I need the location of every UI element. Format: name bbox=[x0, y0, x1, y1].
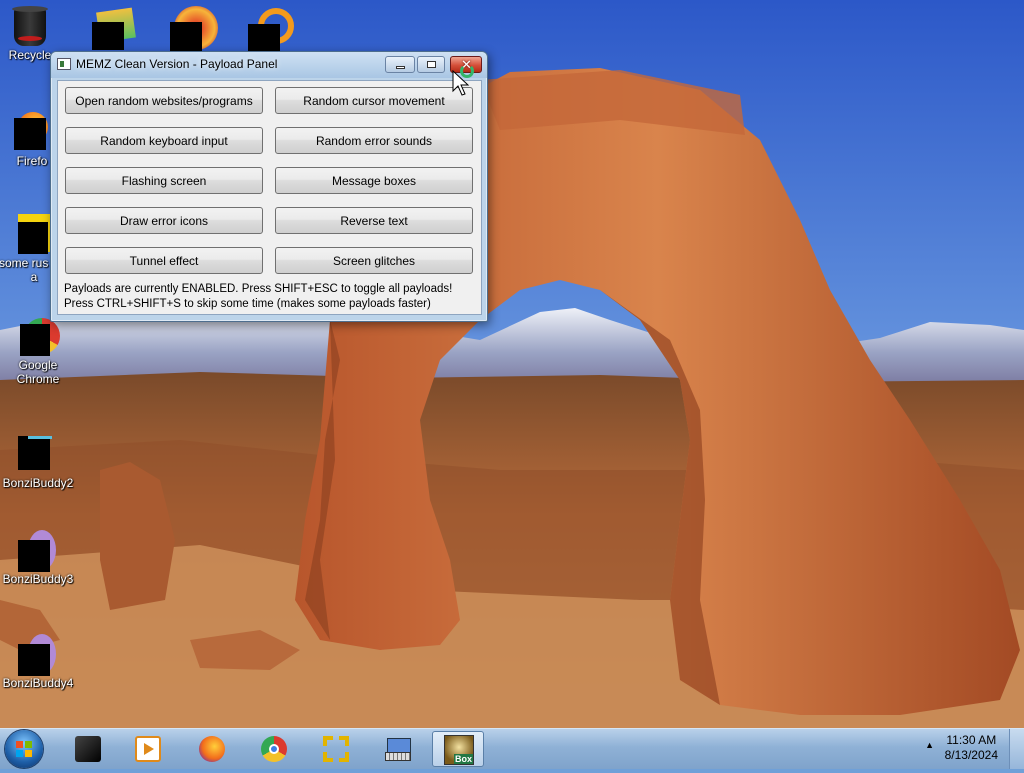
desktop-icon-bonzibuddy3[interactable]: BonziBuddy3 bbox=[0, 530, 76, 586]
system-clock[interactable]: 11:30 AM 8/13/2024 bbox=[945, 733, 998, 763]
black-app-icon bbox=[75, 736, 101, 762]
maximize-icon bbox=[427, 61, 436, 68]
taskbar-app-black[interactable] bbox=[62, 731, 114, 767]
bonzibuddy-icon bbox=[18, 634, 58, 676]
recycle-bin-icon bbox=[10, 6, 50, 46]
random-error-sounds-button[interactable]: Random error sounds bbox=[275, 127, 473, 154]
tunnel-effect-button[interactable]: Tunnel effect bbox=[65, 247, 263, 274]
firefox-icon bbox=[199, 736, 225, 762]
clock-date: 8/13/2024 bbox=[944, 748, 998, 762]
mouse-cursor-icon bbox=[452, 64, 474, 103]
random-keyboard-input-button[interactable]: Random keyboard input bbox=[65, 127, 263, 154]
reverse-text-button[interactable]: Reverse text bbox=[275, 207, 473, 234]
minimize-button[interactable] bbox=[385, 56, 415, 73]
taskbar-app-arrows[interactable] bbox=[310, 731, 362, 767]
taskbar-app-bonzibuddy[interactable]: Box bbox=[432, 731, 484, 767]
windows-logo-icon bbox=[16, 741, 32, 757]
show-desktop-button[interactable] bbox=[1009, 729, 1024, 769]
chrome-icon bbox=[18, 316, 60, 356]
random-cursor-movement-button[interactable]: Random cursor movement bbox=[275, 87, 473, 114]
minimize-icon bbox=[396, 66, 405, 69]
taskbar: Box ▲ 11:30 AM 8/13/2024 bbox=[0, 728, 1024, 769]
skip-time-hint-text: Press CTRL+SHIFT+S to skip some time (ma… bbox=[64, 298, 431, 310]
window-titlebar[interactable]: MEMZ Clean Version - Payload Panel ✕ bbox=[51, 52, 487, 78]
bonzibuddy-box-icon: Box bbox=[444, 735, 474, 765]
desktop-icon-label: BonziBuddy4 bbox=[2, 676, 74, 690]
flashing-screen-button[interactable]: Flashing screen bbox=[65, 167, 263, 194]
desktop-icon-top-3[interactable] bbox=[248, 6, 298, 52]
keyboard-icon bbox=[385, 736, 411, 762]
show-hidden-icons-arrow[interactable]: ▲ bbox=[925, 740, 934, 750]
media-player-icon bbox=[135, 736, 161, 762]
taskbar-app-on-screen-keyboard[interactable] bbox=[372, 731, 424, 767]
bonzibuddy-icon bbox=[18, 530, 58, 572]
app-icon bbox=[57, 58, 71, 70]
firefox-icon bbox=[12, 112, 52, 152]
desktop-icon-label: BonziBuddy2 bbox=[2, 476, 74, 490]
payload-status-text: Payloads are currently ENABLED. Press SH… bbox=[64, 283, 453, 295]
bonzibuddy-icon bbox=[18, 434, 58, 474]
desktop-icon-label: BonziBuddy3 bbox=[2, 572, 74, 586]
desktop-icon-google-chrome[interactable]: Google Chrome bbox=[0, 316, 76, 386]
window-title: MEMZ Clean Version - Payload Panel bbox=[76, 57, 278, 71]
memz-payload-panel-window[interactable]: MEMZ Clean Version - Payload Panel ✕ Ope… bbox=[50, 51, 488, 322]
clock-time: 11:30 AM bbox=[946, 733, 997, 747]
payload-panel-client: Open random websites/programs Random cur… bbox=[57, 80, 482, 315]
shortcut-icon bbox=[14, 214, 54, 254]
desktop-icon-bonzibuddy2[interactable]: BonziBuddy2 bbox=[0, 434, 76, 490]
screen-glitches-button[interactable]: Screen glitches bbox=[275, 247, 473, 274]
message-boxes-button[interactable]: Message boxes bbox=[275, 167, 473, 194]
desktop-icon-top-1[interactable] bbox=[92, 6, 138, 50]
taskbar-app-media-player[interactable] bbox=[122, 731, 174, 767]
start-button[interactable] bbox=[5, 730, 43, 768]
maximize-button[interactable] bbox=[417, 56, 445, 73]
bonzi-box-label: Box bbox=[453, 754, 473, 764]
desktop-icon-top-2[interactable] bbox=[170, 4, 220, 52]
desktop-icon-bonzibuddy4[interactable]: BonziBuddy4 bbox=[0, 634, 76, 690]
chrome-icon bbox=[261, 736, 287, 762]
open-random-websites-button[interactable]: Open random websites/programs bbox=[65, 87, 263, 114]
desktop-icon-label: Google Chrome bbox=[16, 358, 60, 386]
taskbar-app-firefox[interactable] bbox=[186, 731, 238, 767]
arrows-icon bbox=[323, 736, 349, 762]
draw-error-icons-button[interactable]: Draw error icons bbox=[65, 207, 263, 234]
taskbar-app-chrome[interactable] bbox=[248, 731, 300, 767]
busy-spinner-icon bbox=[460, 64, 474, 78]
